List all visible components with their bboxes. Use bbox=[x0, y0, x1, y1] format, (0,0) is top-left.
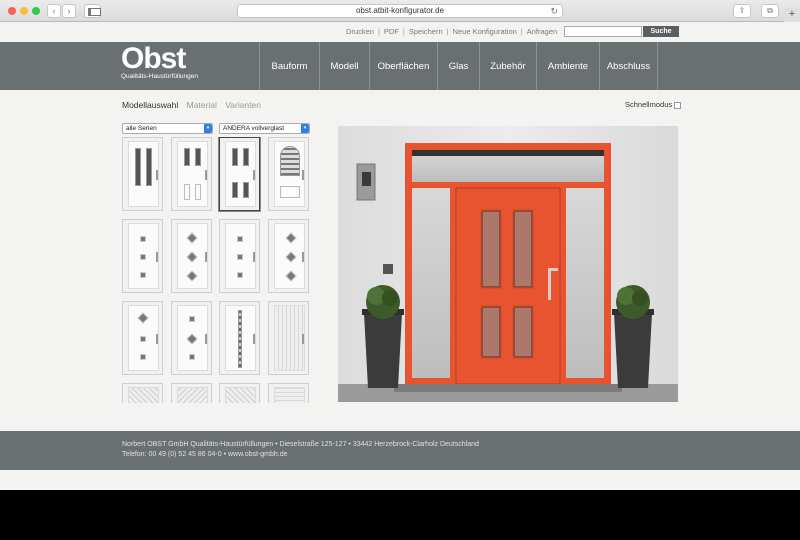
back-button[interactable]: ‹ bbox=[47, 4, 61, 18]
search-input[interactable] bbox=[564, 26, 642, 37]
nav-item-abschluss[interactable]: Abschluss bbox=[599, 42, 658, 90]
nav-item-oberflaechen[interactable]: Oberflächen bbox=[369, 42, 437, 90]
separator: | bbox=[402, 27, 405, 36]
model-thumbnail[interactable] bbox=[171, 219, 212, 293]
reload-icon[interactable]: ↻ bbox=[550, 5, 558, 17]
model-thumbnail[interactable] bbox=[122, 383, 163, 403]
model-thumbnail[interactable] bbox=[171, 137, 212, 211]
model-thumbnail[interactable] bbox=[219, 301, 260, 375]
nav-item-bauform[interactable]: Bauform bbox=[259, 42, 319, 90]
nav-item-modell[interactable]: Modell bbox=[319, 42, 369, 90]
util-link-print[interactable]: Drucken bbox=[346, 27, 374, 36]
util-link-save[interactable]: Speichern bbox=[409, 27, 443, 36]
separator: | bbox=[446, 27, 449, 36]
model-select[interactable]: ANDERA vollverglast ▾ bbox=[219, 123, 310, 134]
model-thumbnail[interactable] bbox=[122, 137, 163, 211]
sidebar-toggle-icon[interactable] bbox=[84, 4, 101, 18]
browser-window: ‹ › obst.atbit-konfigurator.de ↻ ⇪ ⧉ + D… bbox=[0, 0, 800, 490]
model-thumbnail[interactable] bbox=[268, 219, 309, 293]
model-thumbnail[interactable] bbox=[268, 301, 309, 375]
browser-toolbar: ‹ › obst.atbit-konfigurator.de ↻ ⇪ ⧉ + bbox=[0, 0, 800, 22]
logo-wordmark: Obst bbox=[121, 42, 186, 75]
zoom-window-icon[interactable] bbox=[32, 7, 40, 15]
series-select-value: alle Serien bbox=[126, 125, 157, 132]
tab-varianten[interactable]: Varianten bbox=[225, 100, 261, 110]
model-thumbnail[interactable] bbox=[219, 219, 260, 293]
util-link-new-configuration[interactable]: Neue Konfiguration bbox=[453, 27, 517, 36]
separator: | bbox=[520, 27, 523, 36]
address-url: obst.atbit-konfigurator.de bbox=[355, 6, 445, 15]
quick-mode-toggle[interactable]: Schnellmodus bbox=[625, 100, 682, 109]
page-bottom-area bbox=[0, 470, 800, 490]
model-thumbnail-selected[interactable] bbox=[219, 137, 260, 211]
model-thumbnail[interactable] bbox=[219, 383, 260, 403]
forward-button[interactable]: › bbox=[62, 4, 76, 18]
sub-tabs: Modellauswahl Material Varianten bbox=[122, 100, 267, 110]
close-window-icon[interactable] bbox=[8, 7, 16, 15]
footer-address: Norbert OBST GmbH Qualitäts-Haustürfüllu… bbox=[122, 441, 479, 448]
tab-modellauswahl[interactable]: Modellauswahl bbox=[122, 100, 178, 110]
footer-contact: Telefon: 00 49 (0) 52 45 86 04-0 • www.o… bbox=[122, 451, 288, 458]
model-thumbnail[interactable] bbox=[171, 301, 212, 375]
model-thumbnail[interactable] bbox=[268, 137, 309, 211]
nav-item-zubehoer[interactable]: Zubehör bbox=[479, 42, 536, 90]
door-preview-illustration bbox=[338, 126, 678, 402]
site-footer: Norbert OBST GmbH Qualitäts-Haustürfüllu… bbox=[0, 431, 800, 470]
model-select-value: ANDERA vollverglast bbox=[223, 125, 285, 132]
model-thumbnail[interactable] bbox=[122, 219, 163, 293]
address-bar[interactable]: obst.atbit-konfigurator.de ↻ bbox=[237, 4, 563, 18]
chevron-updown-icon: ▾ bbox=[301, 124, 309, 133]
minimize-window-icon[interactable] bbox=[20, 7, 28, 15]
util-link-pdf[interactable]: PDF bbox=[384, 27, 399, 36]
model-thumbnail-grid bbox=[122, 137, 312, 403]
nav-item-glas[interactable]: Glas bbox=[437, 42, 479, 90]
model-thumbnail[interactable] bbox=[268, 383, 309, 403]
series-select[interactable]: alle Serien ▾ bbox=[122, 123, 213, 134]
model-thumbnail[interactable] bbox=[122, 301, 163, 375]
share-icon[interactable]: ⇪ bbox=[733, 4, 751, 18]
separator: | bbox=[377, 27, 380, 36]
quick-mode-label: Schnellmodus bbox=[625, 100, 673, 109]
quick-mode-checkbox[interactable] bbox=[674, 101, 682, 109]
tabs-overview-icon[interactable]: ⧉ bbox=[761, 4, 779, 18]
search-button[interactable]: Suche bbox=[643, 26, 679, 37]
nav-item-ambiente[interactable]: Ambiente bbox=[536, 42, 599, 90]
util-link-inquire[interactable]: Anfragen bbox=[527, 27, 557, 36]
new-tab-icon[interactable]: + bbox=[784, 8, 800, 22]
main-navigation: Bauform Modell Oberflächen Glas Zubehör … bbox=[259, 42, 658, 90]
logo[interactable]: Obst Qualitäts-Haustürfüllungen bbox=[121, 42, 198, 81]
model-thumbnail[interactable] bbox=[171, 383, 212, 403]
door-preview-image bbox=[338, 126, 678, 402]
utility-links: Drucken | PDF | Speichern | Neue Konfiguration… bbox=[346, 27, 557, 36]
tab-material[interactable]: Material bbox=[187, 100, 217, 110]
chevron-updown-icon: ▾ bbox=[204, 124, 212, 133]
logo-tagline: Qualitäts-Haustürfüllungen bbox=[121, 73, 198, 80]
door-leaf bbox=[455, 187, 561, 385]
